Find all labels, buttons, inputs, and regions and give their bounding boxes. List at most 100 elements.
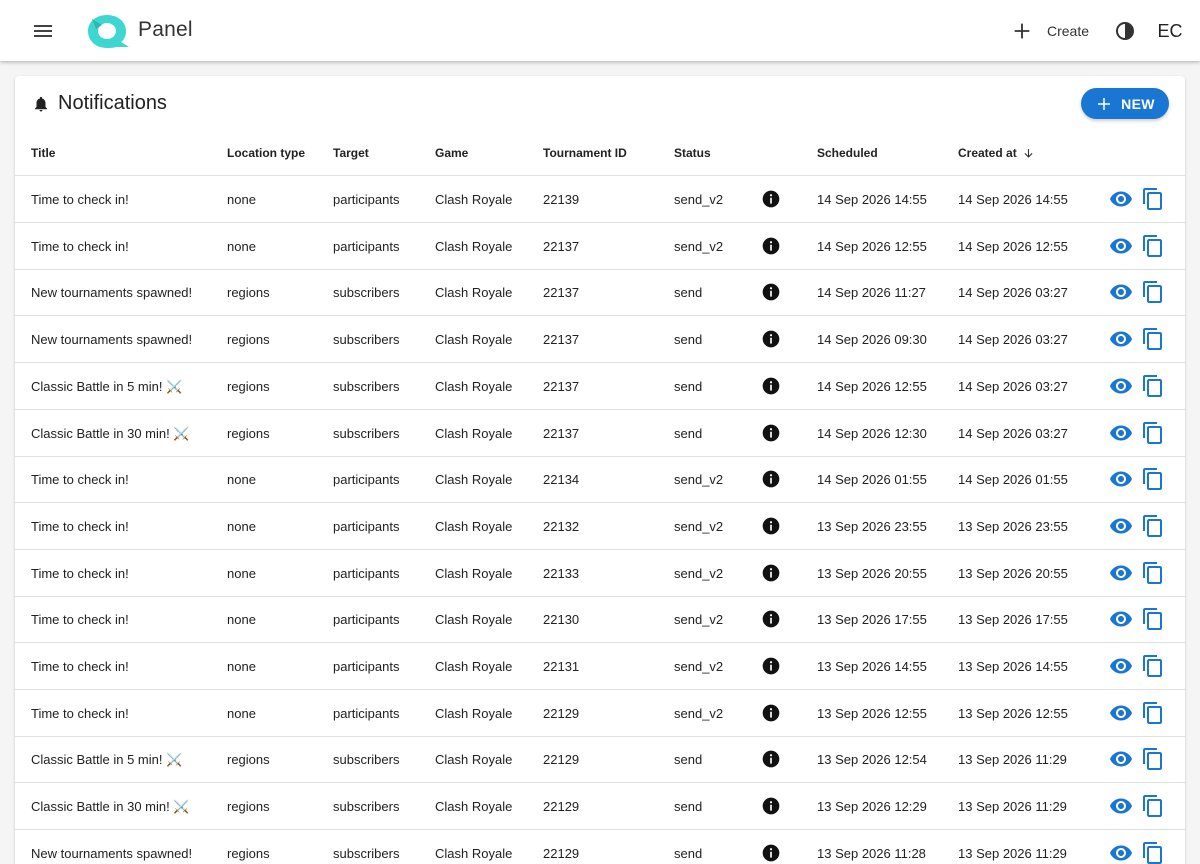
copy-icon[interactable] (1141, 701, 1165, 725)
new-notification-button[interactable]: NEW (1081, 88, 1169, 119)
eye-icon[interactable] (1109, 561, 1133, 585)
copy-icon[interactable] (1141, 794, 1165, 818)
copy-icon[interactable] (1141, 561, 1165, 585)
cell-target: participants (333, 612, 400, 628)
info-icon[interactable] (761, 423, 781, 443)
info-icon[interactable] (761, 236, 781, 256)
eye-icon[interactable] (1109, 607, 1133, 631)
cell-target: participants (333, 472, 400, 488)
eye-icon[interactable] (1109, 327, 1133, 351)
cell-tournament-id: 22129 (543, 752, 580, 768)
create-label: Create (1047, 23, 1090, 39)
cell-game: Clash Royale (435, 659, 513, 674)
column-header-status[interactable]: Status (674, 146, 711, 160)
bell-icon (35, 96, 47, 112)
table-row[interactable]: Classic Battle in 30 min! ⚔️ regions subsc… (15, 410, 1185, 457)
eye-icon[interactable] (1109, 421, 1133, 445)
table-row[interactable]: Classic Battle in 5 min! ⚔️ regions subscr… (15, 363, 1185, 410)
create-button[interactable]: Create (1011, 16, 1089, 46)
eye-icon[interactable] (1109, 794, 1133, 818)
copy-icon[interactable] (1141, 654, 1165, 678)
cell-location-type: none (227, 565, 256, 581)
cell-status: send_v2 (674, 705, 724, 721)
cell-scheduled: 14 Sep 2026 01:55 (817, 472, 927, 488)
eye-icon[interactable] (1109, 701, 1133, 725)
cell-tournament-id: 22139 (543, 192, 580, 207)
copy-icon[interactable] (1141, 421, 1165, 445)
arrow-down-icon (1024, 148, 1033, 158)
info-icon[interactable] (761, 376, 781, 396)
eye-icon[interactable] (1109, 747, 1133, 771)
cell-title: Time to check in! (31, 659, 129, 674)
cell-target: participants (333, 238, 400, 254)
table-row[interactable]: New tournaments spawned! regions subscribe… (15, 830, 1185, 864)
avatar[interactable]: EC (1152, 19, 1188, 43)
cell-location-type: regions (227, 332, 270, 348)
cell-target: participants (333, 565, 400, 581)
table-row[interactable]: New tournaments spawned! regions subscribe… (15, 316, 1185, 364)
info-icon[interactable] (761, 563, 781, 583)
info-icon[interactable] (761, 329, 781, 349)
cell-scheduled: 14 Sep 2026 12:30 (817, 425, 927, 441)
info-icon[interactable] (761, 282, 781, 302)
table-row[interactable]: Time to check in! none participants Clash R… (15, 690, 1185, 737)
column-header-created-at[interactable]: Created at (958, 146, 1035, 160)
eye-icon[interactable] (1109, 374, 1133, 398)
column-header-target[interactable]: Target (333, 146, 369, 160)
cell-location-type: none (227, 472, 256, 488)
copy-icon[interactable] (1141, 514, 1165, 538)
eye-icon[interactable] (1109, 234, 1133, 258)
cell-created-at: 14 Sep 2026 03:27 (958, 378, 1068, 394)
copy-icon[interactable] (1141, 747, 1165, 771)
cell-game: Clash Royale (435, 705, 513, 721)
eye-icon[interactable] (1109, 654, 1133, 678)
cell-title: Time to check in! (31, 565, 129, 581)
info-icon[interactable] (761, 796, 781, 816)
copy-icon[interactable] (1141, 187, 1165, 211)
copy-icon[interactable] (1141, 467, 1165, 491)
table-row[interactable]: Classic Battle in 30 min! ⚔️ regions subsc… (15, 783, 1185, 831)
cell-target: participants (333, 518, 400, 534)
table-row[interactable]: Time to check in! none participants Clash R… (15, 503, 1185, 550)
cell-scheduled: 13 Sep 2026 20:55 (817, 565, 927, 581)
eye-icon[interactable] (1109, 280, 1133, 304)
column-header-created-at-label: Created at (958, 146, 1017, 160)
copy-icon[interactable] (1141, 374, 1165, 398)
copy-icon[interactable] (1141, 841, 1165, 864)
column-header-title[interactable]: Title (31, 146, 55, 160)
table-row[interactable]: Time to check in! none participants Clash R… (15, 176, 1185, 223)
info-icon[interactable] (761, 189, 781, 209)
copy-icon[interactable] (1141, 607, 1165, 631)
copy-icon[interactable] (1141, 280, 1165, 304)
table-row[interactable]: Time to check in! none participants Clash R… (15, 456, 1185, 504)
table-row[interactable]: Time to check in! none participants Clash R… (15, 596, 1185, 644)
copy-icon[interactable] (1141, 327, 1165, 351)
info-icon[interactable] (761, 516, 781, 536)
eye-icon[interactable] (1109, 467, 1133, 491)
column-header-scheduled[interactable]: Scheduled (817, 146, 878, 160)
eye-icon[interactable] (1109, 514, 1133, 538)
info-icon[interactable] (761, 469, 781, 489)
copy-icon[interactable] (1141, 234, 1165, 258)
table-row[interactable]: New tournaments spawned! regions subscribe… (15, 269, 1185, 317)
cell-location-type: regions (227, 799, 270, 815)
cell-status: send (674, 845, 703, 861)
info-icon[interactable] (761, 703, 781, 723)
cell-game: Clash Royale (435, 378, 513, 394)
eye-icon[interactable] (1109, 841, 1133, 864)
info-icon[interactable] (761, 609, 781, 629)
table-row[interactable]: Time to check in! none participants Clash R… (15, 550, 1185, 597)
eye-icon[interactable] (1109, 187, 1133, 211)
contrast-icon[interactable] (1113, 19, 1137, 43)
column-header-game[interactable]: Game (435, 146, 468, 160)
menu-icon[interactable] (31, 19, 55, 43)
table-row[interactable]: Time to check in! none participants Clash R… (15, 643, 1185, 690)
table-row[interactable]: Time to check in! none participants Clash R… (15, 223, 1185, 270)
info-icon[interactable] (761, 843, 781, 863)
info-icon[interactable] (761, 656, 781, 676)
column-header-tournament-id[interactable]: Tournament ID (543, 146, 627, 160)
cell-title: New tournaments spawned! (31, 332, 193, 348)
info-icon[interactable] (761, 749, 781, 769)
column-header-location-type[interactable]: Location type (227, 146, 305, 160)
table-row[interactable]: Classic Battle in 5 min! ⚔️ regions subscr… (15, 736, 1185, 784)
